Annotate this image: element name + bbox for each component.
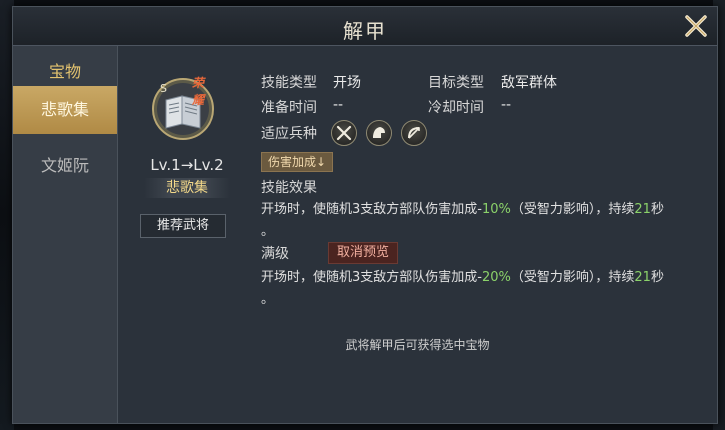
sidebar-item-wenjiruan[interactable]: 文姬阮	[13, 142, 117, 190]
treasure-detail: S 荣耀 Lv.1→Lv.2 悲歌集 推荐武将 技能类型 开场 目标类型 敌军群…	[118, 46, 717, 423]
sidebar-header: 宝物	[48, 62, 81, 81]
sidebar-item-beigeji[interactable]: 悲歌集	[13, 86, 117, 134]
target-type-label: 目标类型	[428, 75, 484, 91]
sidebar-item-label: 悲歌集	[40, 100, 89, 119]
footer-hint: 武将解甲后可获得选中宝物	[345, 338, 490, 352]
max-middle: （受智力影响），持续	[510, 270, 635, 285]
cooldown-value: --	[501, 97, 512, 113]
cancel-preview-button[interactable]: 取消预览	[328, 242, 399, 264]
recommend-general-button[interactable]: 推荐武将	[140, 214, 226, 238]
prep-time-value: --	[333, 97, 344, 113]
book-treasure-icon[interactable]: S 荣耀	[152, 76, 214, 140]
sidebar-item-label: 文姬阮	[40, 156, 89, 175]
effect-middle: （受智力影响），持续	[510, 202, 635, 217]
cooldown-label: 冷却时间	[428, 100, 484, 116]
title-bar: 解甲	[13, 7, 717, 46]
max-value: 20%	[481, 270, 511, 285]
dismantle-dialog: 解甲 宝物 悲歌集 文姬阮 S 荣耀 Lv.1→Lv.2 悲歌集 推荐武将 技能…	[12, 6, 718, 424]
max-line2: 。	[261, 292, 275, 307]
damage-debuff-tag: 伤害加成↓	[261, 152, 334, 172]
treasure-name: 悲歌集	[144, 178, 230, 198]
treasure-sidebar: 宝物 悲歌集 文姬阮	[13, 46, 118, 423]
max-duration: 21	[634, 270, 651, 285]
prep-time-label: 准备时间	[261, 100, 317, 116]
skill-type-label: 技能类型	[261, 75, 317, 91]
effect-prefix: 开场时，使随机3支敌方部队伤害加成-	[261, 202, 482, 217]
max-prefix: 开场时，使随机3支敌方部队伤害加成-	[261, 270, 482, 285]
max-suffix: 秒	[650, 270, 664, 285]
rarity-badge: S	[160, 82, 167, 95]
dialog-title: 解甲	[343, 19, 387, 43]
crossed-swords-icon	[331, 120, 357, 146]
effect-value: 10%	[481, 202, 511, 217]
max-level-label: 满级	[261, 246, 289, 262]
bow-icon	[401, 120, 427, 146]
close-icon	[685, 15, 707, 37]
skill-effect-label: 技能效果	[261, 180, 317, 196]
glory-stamp: 荣耀	[192, 76, 205, 107]
max-effect-text: 开场时，使随机3支敌方部队伤害加成-20%（受智力影响），持续21秒 。	[261, 267, 711, 311]
level-upgrade: Lv.1→Lv.2	[150, 156, 224, 174]
skill-effect-text: 开场时，使随机3支敌方部队伤害加成-10%（受智力影响），持续21秒 。	[261, 199, 711, 243]
skill-type-value: 开场	[333, 75, 361, 91]
target-type-value: 敌军群体	[501, 75, 557, 91]
effect-duration: 21	[634, 202, 651, 217]
cavalry-helmet-icon	[366, 120, 392, 146]
close-button[interactable]	[681, 11, 711, 41]
effect-line2: 。	[261, 224, 275, 239]
unit-types-label: 适应兵种	[261, 126, 317, 142]
effect-suffix: 秒	[650, 202, 664, 217]
